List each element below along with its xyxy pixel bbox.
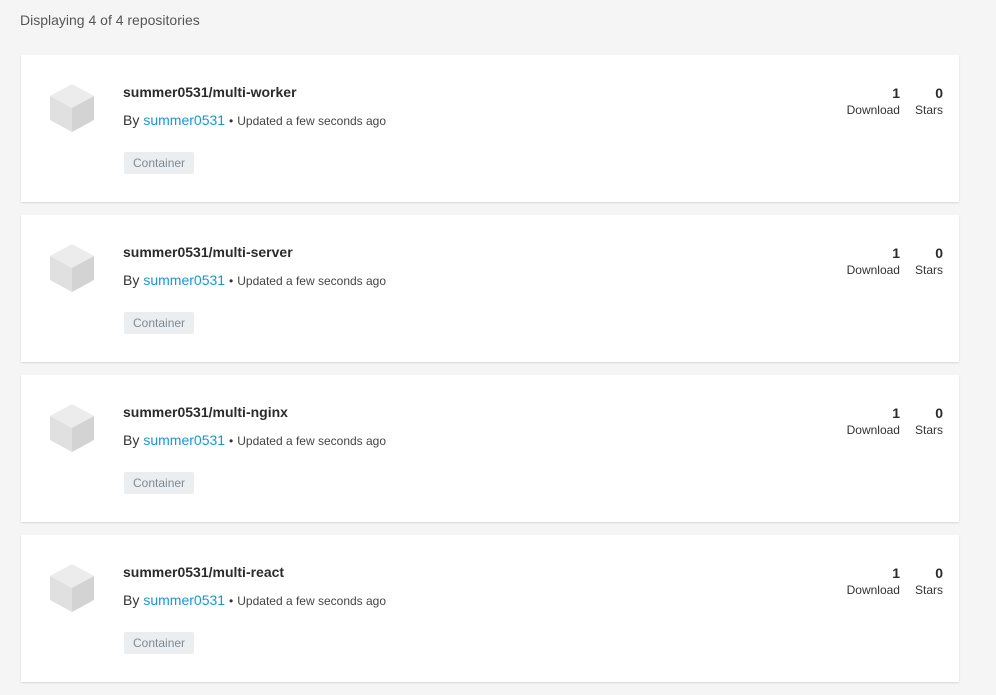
results-summary: Displaying 4 of 4 repositories xyxy=(20,12,200,28)
updated-timestamp: Updated a few seconds ago xyxy=(237,594,387,608)
download-label: Download xyxy=(846,103,900,117)
download-count: 1 xyxy=(892,85,900,101)
download-count: 1 xyxy=(892,245,900,261)
by-label: By xyxy=(123,432,140,448)
download-label: Download xyxy=(846,583,900,597)
repository-name-link[interactable]: summer0531/multi-nginx xyxy=(123,404,288,420)
separator-dot: • xyxy=(229,594,234,608)
download-label: Download xyxy=(846,423,900,437)
type-badge: Container xyxy=(124,312,195,334)
stars-label: Stars xyxy=(914,423,943,437)
repository-meta: By summer0531 • Updated a few seconds ago xyxy=(123,592,386,608)
stars-stat: 0 Stars xyxy=(915,244,943,278)
repository-meta: By summer0531 • Updated a few seconds ago xyxy=(123,432,386,448)
download-stat: 1 Download xyxy=(847,564,900,598)
repository-card[interactable]: summer0531/multi-nginx By summer0531 • Upda… xyxy=(21,375,959,522)
repository-card[interactable]: summer0531/multi-server By summer0531 • Upd… xyxy=(21,215,959,362)
download-stat: 1 Download xyxy=(847,244,900,278)
cube-icon xyxy=(50,84,94,132)
download-label: Download xyxy=(846,263,900,277)
stars-count: 0 xyxy=(935,565,943,581)
repository-card[interactable]: summer0531/multi-worker By summer0531 • Upd… xyxy=(21,55,959,202)
stars-count: 0 xyxy=(935,85,943,101)
type-badge: Container xyxy=(124,472,195,494)
separator-dot: • xyxy=(229,114,234,128)
cube-icon xyxy=(50,564,94,612)
by-label: By xyxy=(123,112,140,128)
stars-count: 0 xyxy=(935,245,943,261)
stars-stat: 0 Stars xyxy=(915,404,943,438)
stars-label: Stars xyxy=(914,263,943,277)
owner-link[interactable]: summer0531 xyxy=(143,432,225,448)
download-stat: 1 Download xyxy=(847,84,900,118)
repository-stats: 1 Download 0 Stars xyxy=(832,404,943,438)
by-label: By xyxy=(123,592,140,608)
separator-dot: • xyxy=(229,274,234,288)
separator-dot: • xyxy=(229,434,234,448)
stars-label: Stars xyxy=(914,103,943,117)
download-stat: 1 Download xyxy=(847,404,900,438)
updated-timestamp: Updated a few seconds ago xyxy=(237,434,387,448)
by-label: By xyxy=(123,272,140,288)
type-badge: Container xyxy=(124,632,195,654)
stars-stat: 0 Stars xyxy=(915,84,943,118)
stars-count: 0 xyxy=(935,405,943,421)
repository-name-link[interactable]: summer0531/multi-react xyxy=(123,564,284,580)
owner-link[interactable]: summer0531 xyxy=(143,112,225,128)
download-count: 1 xyxy=(892,405,900,421)
repository-name-link[interactable]: summer0531/multi-server xyxy=(123,244,293,260)
cube-icon xyxy=(50,404,94,452)
stars-label: Stars xyxy=(914,583,943,597)
repository-meta: By summer0531 • Updated a few seconds ago xyxy=(123,272,386,288)
repository-stats: 1 Download 0 Stars xyxy=(832,244,943,278)
download-count: 1 xyxy=(892,565,900,581)
type-badge: Container xyxy=(124,152,195,174)
repository-card[interactable]: summer0531/multi-react By summer0531 • Upda… xyxy=(21,535,959,682)
repository-list: summer0531/multi-worker By summer0531 • Upd… xyxy=(21,55,959,695)
owner-link[interactable]: summer0531 xyxy=(143,272,225,288)
repository-name-link[interactable]: summer0531/multi-worker xyxy=(123,84,297,100)
repository-stats: 1 Download 0 Stars xyxy=(832,84,943,118)
cube-icon xyxy=(50,244,94,292)
owner-link[interactable]: summer0531 xyxy=(143,592,225,608)
stars-stat: 0 Stars xyxy=(915,564,943,598)
repository-meta: By summer0531 • Updated a few seconds ago xyxy=(123,112,386,128)
updated-timestamp: Updated a few seconds ago xyxy=(237,114,387,128)
repository-stats: 1 Download 0 Stars xyxy=(832,564,943,598)
updated-timestamp: Updated a few seconds ago xyxy=(237,274,387,288)
